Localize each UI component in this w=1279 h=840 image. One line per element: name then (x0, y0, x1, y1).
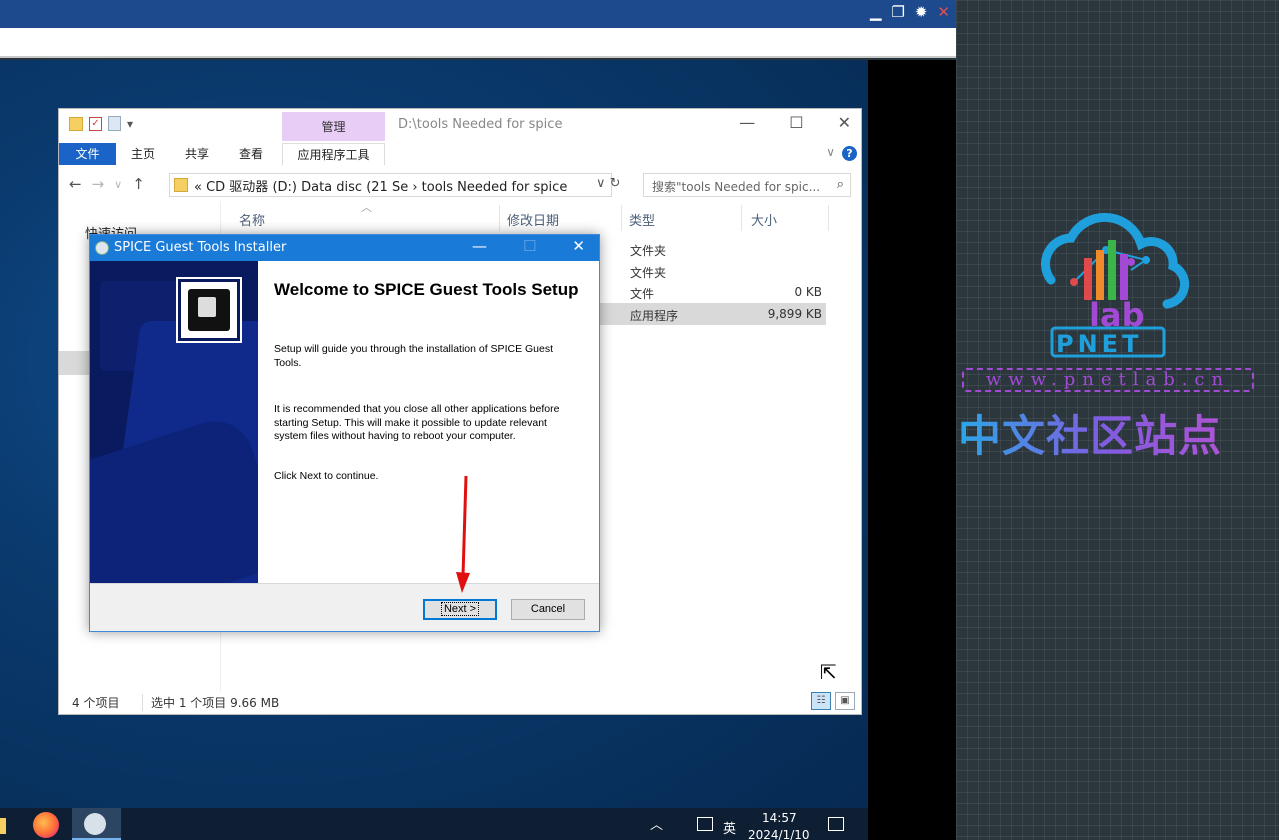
spice-installer-taskbar-icon[interactable] (84, 813, 106, 835)
sort-ascending-icon: ︿ (361, 201, 372, 214)
maximize-icon: ☐ (522, 237, 537, 255)
help-icon[interactable]: ? (842, 146, 857, 161)
cancel-button[interactable]: Cancel (511, 599, 585, 620)
column-size[interactable]: 大小 (751, 210, 777, 229)
tab-application-tools[interactable]: 应用程序工具 (282, 143, 385, 165)
manage-context-tab[interactable]: 管理 (282, 112, 385, 141)
installer-app-icon (95, 241, 109, 255)
large-icons-view-icon[interactable]: ▣ (835, 692, 855, 710)
host-address-bar[interactable] (0, 28, 956, 58)
pnetlab-slogan: 中文社区站点 (956, 402, 1279, 464)
search-input[interactable]: 搜索"tools Needed for spic... ⌕ (643, 173, 851, 197)
ribbon-tabs: 文件 主页 共享 查看 应用程序工具 ∨ ? (59, 141, 861, 165)
host-titlebar: ▁ ❐ ✹ ✕ (0, 0, 956, 28)
installer-titlebar: SPICE Guest Tools Installer — ☐ ✕ (90, 235, 599, 261)
new-folder-icon[interactable] (108, 116, 121, 131)
installer-title: SPICE Guest Tools Installer (114, 240, 287, 255)
address-bar[interactable]: « CD 驱动器 (D:) Data disc (21 Se › tools N… (169, 173, 612, 197)
installer-side-banner (90, 261, 258, 583)
taskbar: ︿ 英 14:57 2024/1/10 (0, 808, 868, 840)
settings-icon[interactable]: ✹ (915, 3, 928, 21)
tab-file[interactable]: 文件 (59, 143, 116, 165)
logo-pnet-text: PNET (1056, 330, 1142, 358)
file-explorer-taskbar-icon[interactable] (0, 818, 6, 834)
input-method-indicator[interactable]: 英 (723, 818, 736, 837)
close-icon[interactable]: ✕ (838, 113, 851, 132)
minimize-icon[interactable]: — (739, 113, 755, 132)
refresh-icon[interactable]: ∨ ↻ (596, 176, 621, 191)
spice-installer-dialog: SPICE Guest Tools Installer — ☐ ✕ Welcom… (89, 234, 600, 632)
installer-heading: Welcome to SPICE Guest Tools Setup (274, 280, 579, 299)
tab-home[interactable]: 主页 (131, 143, 155, 165)
firefox-icon[interactable] (33, 812, 59, 838)
vm-border-strip (868, 60, 956, 840)
pnetlab-logo: lab PNET www.pnetlab.cn 中文社区站点 (956, 210, 1279, 470)
column-type[interactable]: 类型 (629, 210, 655, 229)
tab-share[interactable]: 共享 (185, 143, 209, 165)
mouse-cursor-icon: ⇱ (820, 660, 837, 684)
installer-paragraph: Setup will guide you through the install… (274, 343, 553, 369)
expand-ribbon-icon[interactable]: ∨ (826, 145, 835, 159)
search-icon[interactable]: ⌕ (837, 177, 844, 192)
spice-installer-icon (176, 277, 242, 343)
show-hidden-icons-icon[interactable]: ︿ (650, 814, 663, 833)
explorer-titlebar: ✓ ▾ 管理 D:\tools Needed for spice — ☐ ✕ (59, 109, 861, 141)
file-list-header: ︿ 名称 修改日期 类型 大小 (221, 201, 851, 231)
chevron-down-icon[interactable]: ▾ (127, 117, 133, 131)
pnet-cloud-logo-icon: lab PNET (1041, 212, 1190, 358)
network-icon[interactable] (697, 817, 713, 831)
pnetlab-url: www.pnetlab.cn (962, 368, 1254, 392)
back-arrow-icon[interactable]: ← (69, 175, 82, 193)
navigation-bar: ← → ∨ ↑ « CD 驱动器 (D:) Data disc (21 Se ›… (59, 171, 861, 199)
tab-view[interactable]: 查看 (239, 143, 263, 165)
clock-date[interactable]: 2024/1/10 (748, 828, 810, 840)
restore-icon[interactable]: ❐ (891, 3, 904, 21)
red-arrow-annotation-icon (456, 476, 470, 593)
installer-paragraph: It is recommended that you close all oth… (274, 403, 560, 442)
quick-access-toolbar: ✓ ▾ (69, 116, 133, 131)
notification-icon[interactable] (828, 817, 844, 831)
minimize-icon[interactable]: — (472, 237, 487, 255)
next-button[interactable]: Next > (423, 599, 497, 620)
minimize-icon[interactable]: ▁ (870, 3, 882, 21)
selected-count: 选中 1 个项目 9.66 MB (142, 694, 279, 711)
close-icon[interactable]: ✕ (572, 237, 585, 255)
installer-content: Welcome to SPICE Guest Tools Setup Setup… (258, 261, 599, 583)
window-title: D:\tools Needed for spice (398, 117, 563, 132)
installer-paragraph: Click Next to continue. (274, 470, 379, 482)
up-arrow-icon[interactable]: ↑ (132, 175, 145, 193)
forward-arrow-icon[interactable]: → (92, 175, 105, 193)
item-count: 4 个项目 (72, 696, 120, 710)
folder-icon (174, 178, 188, 192)
address-path[interactable]: « CD 驱动器 (D:) Data disc (21 Se › tools N… (194, 176, 567, 195)
pnetlab-canvas-panel: lab PNET www.pnetlab.cn 中文社区站点 (956, 0, 1279, 840)
status-bar: 4 个项目 选中 1 个项目 9.66 MB ☷ ▣ (59, 688, 861, 714)
properties-icon[interactable]: ✓ (89, 116, 102, 131)
clock-time[interactable]: 14:57 (762, 811, 797, 825)
column-name[interactable]: 名称 (239, 210, 265, 229)
folder-icon[interactable] (69, 116, 83, 131)
installer-footer: Next > Cancel (90, 583, 599, 631)
column-modified-date[interactable]: 修改日期 (507, 210, 559, 229)
maximize-icon[interactable]: ☐ (789, 113, 803, 132)
details-view-icon[interactable]: ☷ (811, 692, 831, 710)
recent-locations-icon[interactable]: ∨ (114, 175, 122, 193)
close-icon[interactable]: ✕ (937, 3, 950, 21)
